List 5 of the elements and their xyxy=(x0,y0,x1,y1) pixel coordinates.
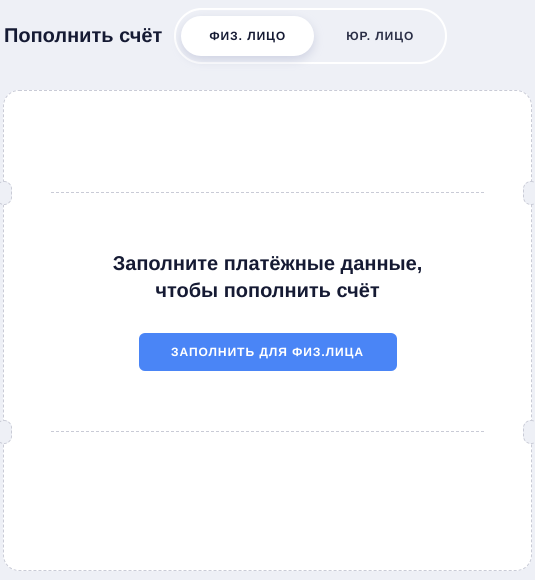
fill-button[interactable]: ЗАПОЛНИТЬ ДЛЯ ФИЗ.ЛИЦА xyxy=(138,333,396,371)
tab[interactable]: ФИЗ. ЛИЦО xyxy=(181,16,314,56)
page-title: Пополнить счёт xyxy=(4,24,162,49)
prompt-message: Заполните платёжные данные, чтобы пополнить счёт xyxy=(112,252,424,304)
tab[interactable]: ЮР. ЛИЦО xyxy=(320,16,440,56)
